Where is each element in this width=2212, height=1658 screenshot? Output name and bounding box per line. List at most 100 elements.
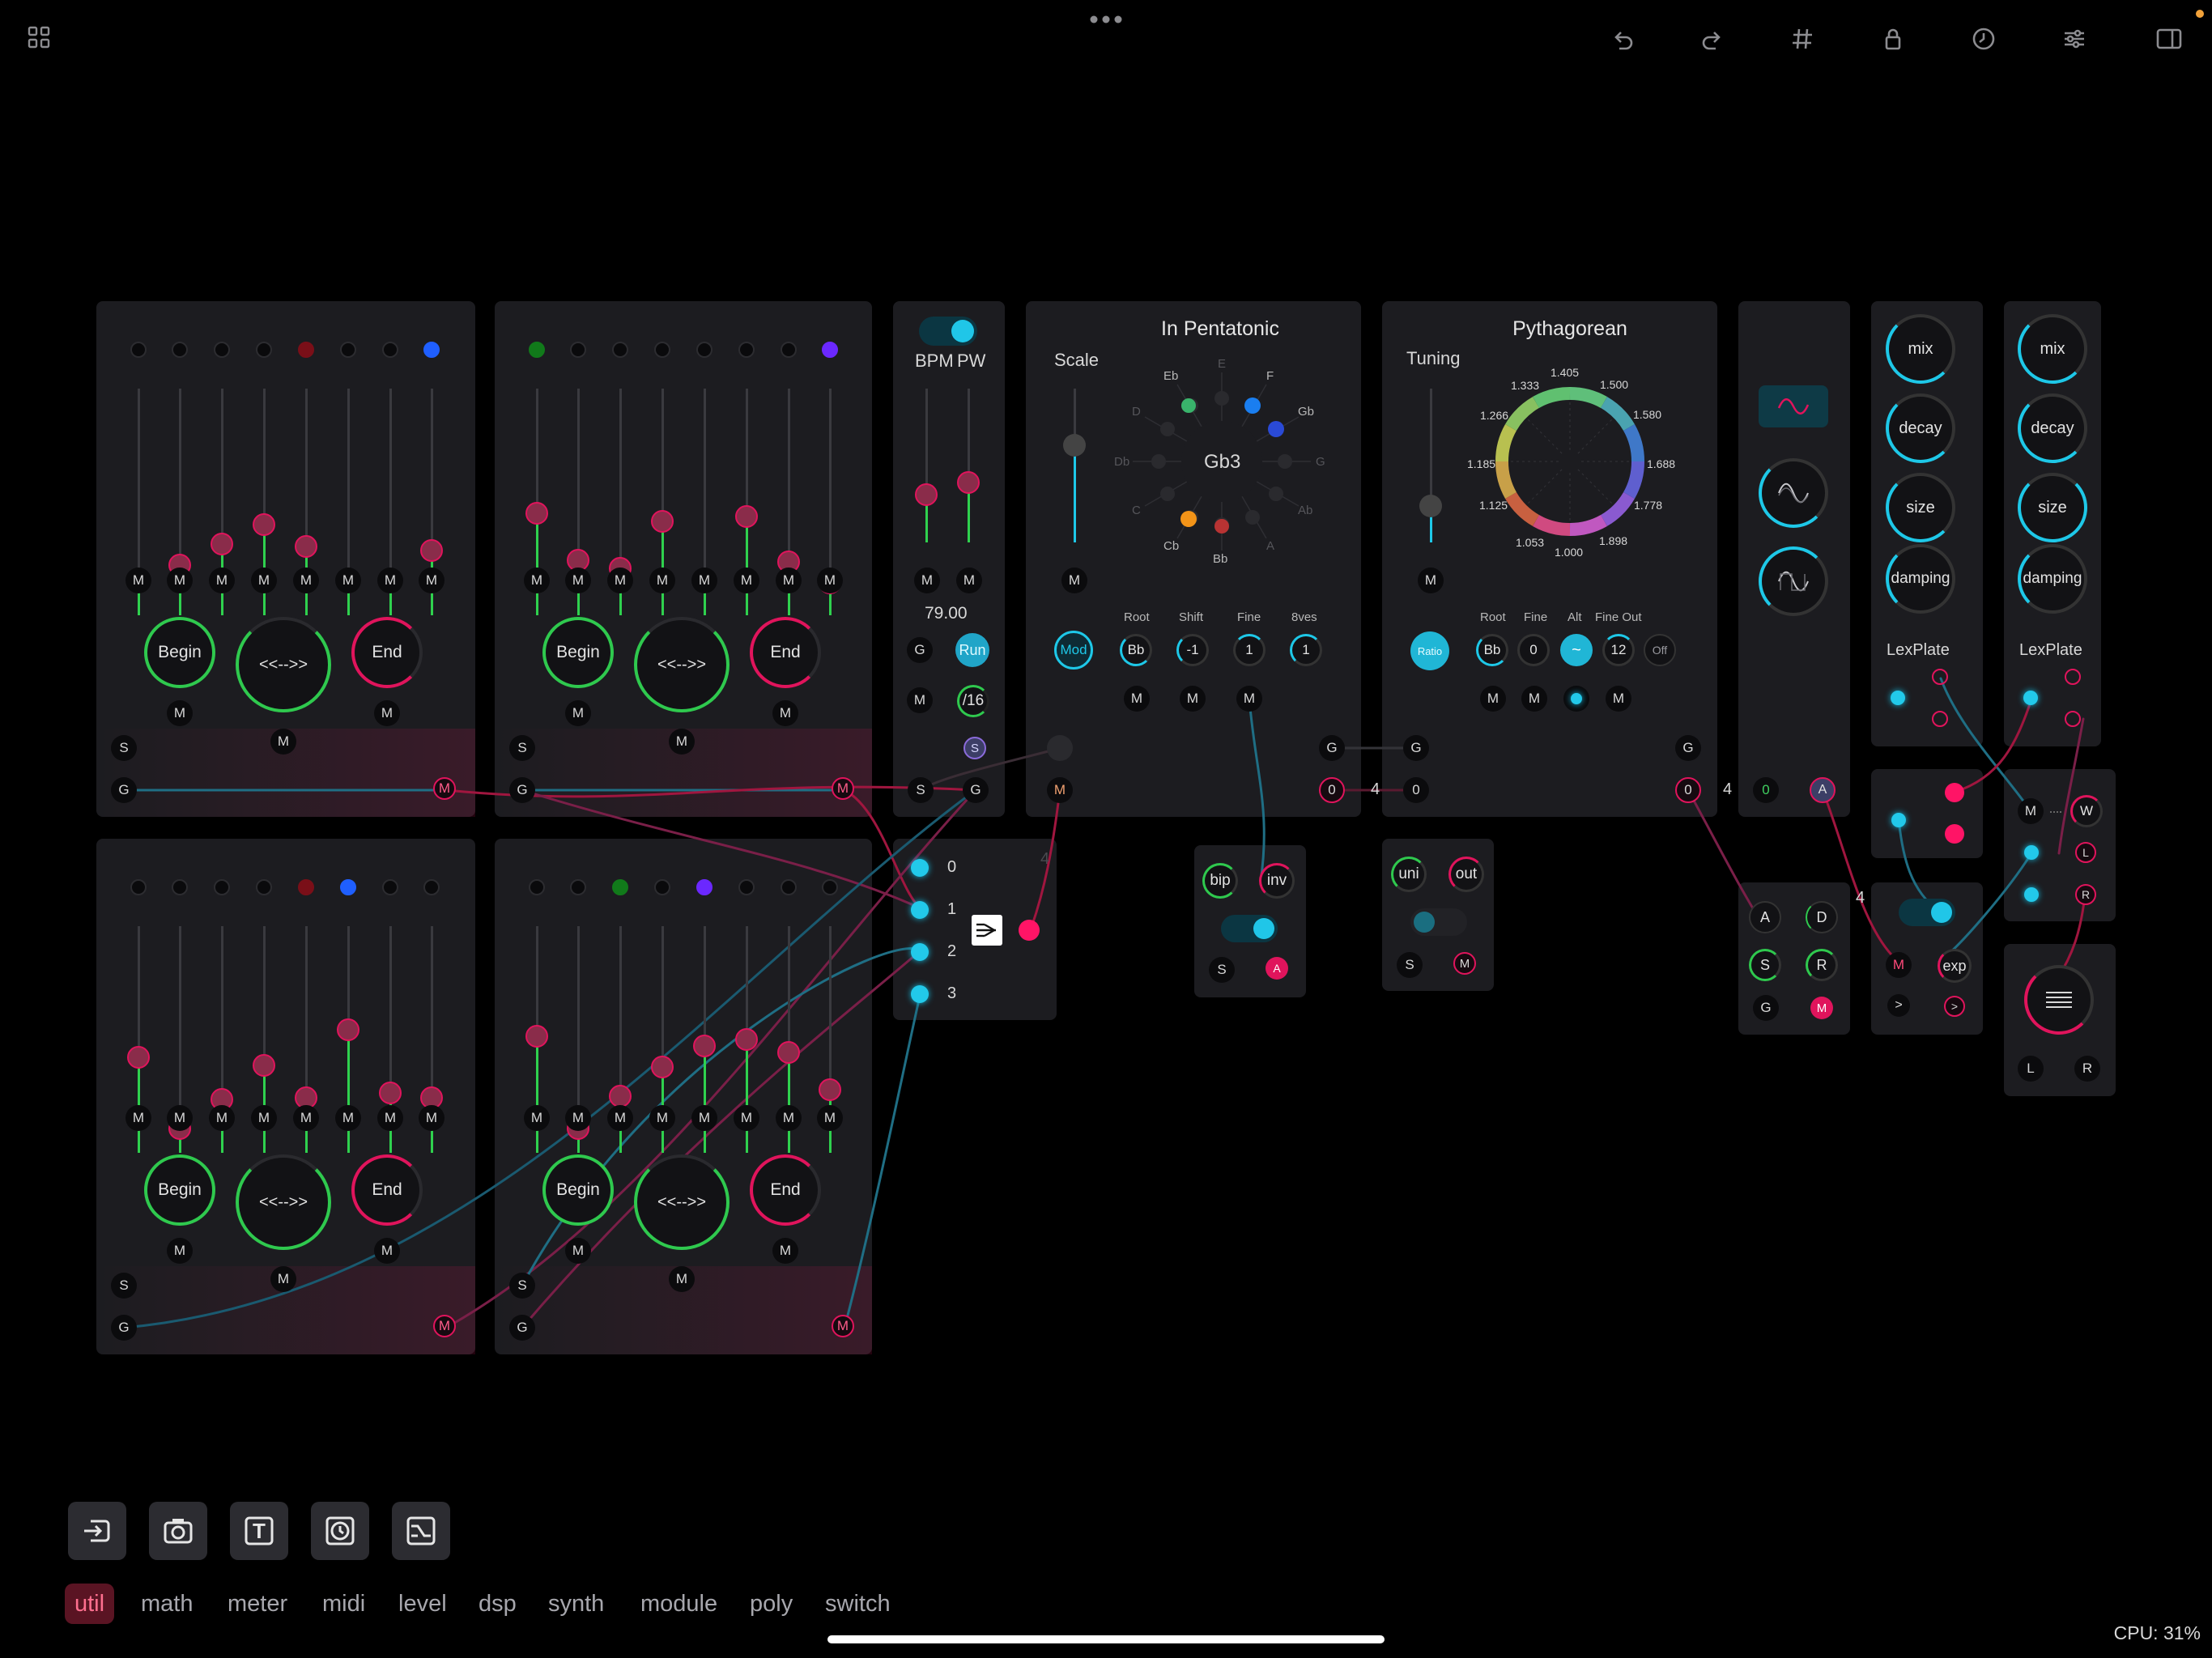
out-r-port[interactable]: R (2075, 884, 2096, 905)
bip-a-port[interactable]: A (1266, 957, 1288, 980)
reverb2-out-r[interactable] (2065, 711, 2081, 727)
step-mod-button[interactable]: M (649, 568, 675, 593)
reverb1-size-knob[interactable]: size (1886, 473, 1955, 542)
begin-knob[interactable]: Begin (144, 617, 215, 688)
step-mod-button[interactable]: M (125, 568, 151, 593)
range-knob[interactable]: <<-->> (236, 1154, 331, 1250)
step-slider-handle[interactable] (379, 1082, 402, 1104)
mix1-out-a[interactable] (1945, 783, 1964, 802)
out-knob[interactable]: out (1448, 857, 1484, 892)
reverb2-out-l[interactable] (2065, 669, 2081, 685)
step-mod-button[interactable]: M (565, 1105, 591, 1131)
out-w-knob[interactable]: W (2070, 795, 2103, 827)
switch-input-3[interactable] (911, 985, 929, 1003)
seq-s-port[interactable]: S (111, 735, 137, 761)
seq-g-port[interactable]: G (509, 777, 535, 803)
step-slider-handle[interactable] (420, 539, 443, 562)
knob-mod-button[interactable]: M (669, 1266, 695, 1292)
step-mod-button[interactable]: M (524, 568, 550, 593)
py-alt-button[interactable]: ~ (1560, 634, 1593, 666)
category-poly[interactable]: poly (750, 1584, 793, 1624)
out-in-2[interactable] (2024, 887, 2039, 902)
seq-s-port[interactable]: S (509, 1273, 535, 1299)
inv-knob[interactable]: inv (1259, 863, 1295, 899)
step-mod-button[interactable]: M (817, 568, 843, 593)
mix1-in-port[interactable] (1891, 813, 1906, 827)
out-l-port[interactable]: L (2075, 842, 2096, 863)
step-slider-handle[interactable] (253, 513, 275, 536)
step-slider-handle[interactable] (337, 1018, 359, 1041)
py-root-knob[interactable]: Bb (1476, 634, 1508, 666)
bpm-mod-button[interactable]: M (914, 568, 940, 593)
seq-g-port[interactable]: G (111, 1315, 137, 1341)
py-gate-in[interactable]: G (1403, 735, 1429, 761)
clock-run-toggle[interactable] (919, 317, 977, 346)
end-knob[interactable]: End (750, 617, 821, 688)
filter-tool-button[interactable] (392, 1502, 450, 1560)
py-gate-out[interactable]: G (1675, 735, 1701, 761)
env2-m-port[interactable]: M (1886, 952, 1912, 978)
end-knob[interactable]: End (750, 1154, 821, 1226)
category-dsp[interactable]: dsp (479, 1584, 517, 1624)
lock-icon[interactable] (1875, 21, 1911, 57)
lfo-shape-knob[interactable] (1759, 546, 1828, 616)
redo-icon[interactable] (1695, 21, 1730, 57)
step-mod-button[interactable]: M (335, 1105, 361, 1131)
step-mod-button[interactable]: M (607, 1105, 633, 1131)
reverb1-out-r[interactable] (1932, 711, 1948, 727)
knob-mod-button[interactable]: M (270, 729, 296, 755)
range-knob[interactable]: <<-->> (634, 617, 730, 712)
reverb2-damping-knob[interactable]: damping (2018, 544, 2087, 614)
step-slider-handle[interactable] (777, 1041, 800, 1064)
adsr-gate-port[interactable]: G (1753, 995, 1779, 1021)
step-slider-handle[interactable] (253, 1054, 275, 1077)
category-util[interactable]: util (65, 1584, 115, 1624)
tuning-slider-handle[interactable] (1419, 495, 1442, 517)
begin-knob[interactable]: Begin (542, 617, 614, 688)
end-knob[interactable]: End (351, 1154, 423, 1226)
seq-out-port[interactable]: S (963, 737, 986, 759)
category-midi[interactable]: midi (322, 1584, 365, 1624)
py-fine-knob[interactable]: 0 (1517, 634, 1550, 666)
speaker-l-port[interactable]: L (2018, 1056, 2044, 1082)
scale-slider-handle[interactable] (1063, 434, 1086, 457)
seq-s-port[interactable]: S (509, 735, 535, 761)
uni-toggle[interactable] (1410, 908, 1467, 936)
seq-m-out-port[interactable]: M (433, 777, 456, 800)
hash-icon[interactable] (1784, 21, 1820, 57)
knob-mod-button[interactable]: M (270, 1266, 296, 1292)
step-mod-button[interactable]: M (377, 1105, 403, 1131)
py-off-button[interactable]: Off (1644, 634, 1676, 666)
lfo-a-port[interactable]: A (1810, 777, 1836, 803)
knob-mod-button[interactable]: M (374, 1238, 400, 1264)
switch-output-dot[interactable] (1019, 920, 1040, 941)
step-slider-handle[interactable] (819, 1078, 841, 1101)
py-fine-mod[interactable]: M (1521, 686, 1547, 712)
clock-s-port[interactable]: S (908, 777, 934, 803)
step-slider-handle[interactable] (651, 1056, 674, 1078)
seq-m-out-port[interactable]: M (832, 777, 854, 800)
knob-mod-button[interactable]: M (669, 729, 695, 755)
seq-s-port[interactable]: S (111, 1273, 137, 1299)
decay-knob[interactable]: D (1806, 901, 1838, 933)
history-icon[interactable] (1966, 21, 2001, 57)
step-mod-button[interactable]: M (293, 1105, 319, 1131)
step-mod-button[interactable]: M (251, 1105, 277, 1131)
root-mod-button[interactable]: M (1124, 686, 1150, 712)
step-mod-button[interactable]: M (167, 1105, 193, 1131)
step-mod-button[interactable]: M (251, 568, 277, 593)
ratio-button[interactable]: Ratio (1410, 631, 1449, 670)
undo-icon[interactable] (1605, 21, 1640, 57)
py-in-port[interactable]: 0 (1403, 777, 1429, 803)
uni-s-port[interactable]: S (1397, 952, 1423, 978)
step-mod-button[interactable]: M (649, 1105, 675, 1131)
speaker-volume-knob[interactable] (2024, 965, 2094, 1035)
switch-input-1[interactable] (911, 901, 929, 919)
py-out-port[interactable]: 0 (1675, 777, 1701, 803)
speaker-r-port[interactable]: R (2074, 1056, 2100, 1082)
step-slider-handle[interactable] (651, 510, 674, 533)
bip-knob[interactable]: bip (1202, 863, 1238, 899)
py-root-mod[interactable]: M (1480, 686, 1506, 712)
reverb2-size-knob[interactable]: size (2018, 473, 2087, 542)
step-mod-button[interactable]: M (125, 1105, 151, 1131)
